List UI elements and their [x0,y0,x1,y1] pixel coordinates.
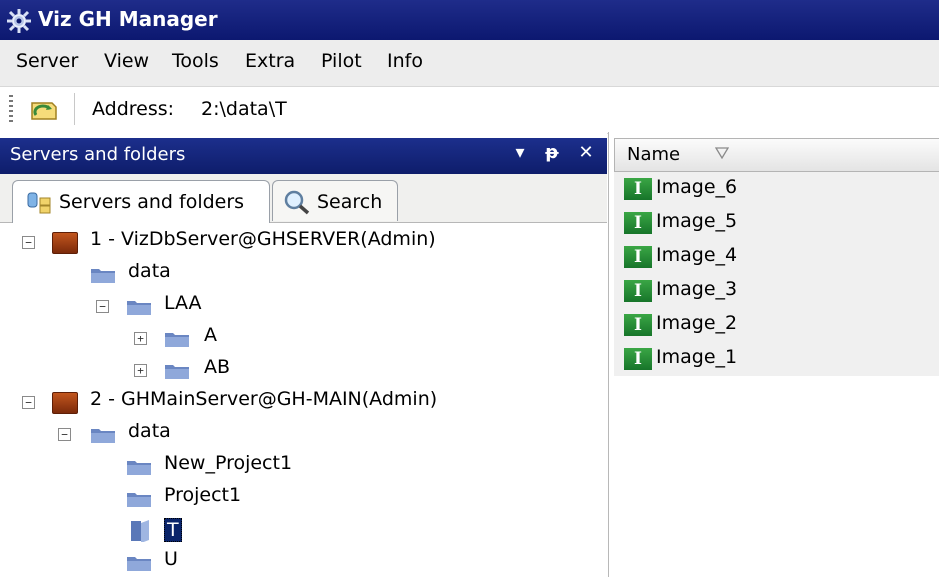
tree-node-server-2[interactable]: − 2 - GHMainServer@GH-MAIN(Admin) [0,388,460,418]
tree-node-folder[interactable]: − LAA [0,292,240,322]
collapse-toggle[interactable]: − [96,300,109,313]
tree-node-label: AB [204,356,231,378]
collapse-toggle[interactable]: − [22,236,35,249]
gear-icon [7,9,31,33]
image-icon: I [624,212,652,234]
tree-node-server-1[interactable]: − 1 - VizDbServer@GHSERVER(Admin) [0,228,460,258]
tab-search[interactable]: Search [272,180,398,221]
menu-pilot[interactable]: Pilot [319,50,364,72]
list-item-image[interactable]: I Image_3 [614,274,939,308]
item-label: Image_5 [656,210,738,232]
window-title: Viz GH Manager [38,7,218,31]
image-icon: I [624,348,652,370]
menu-view[interactable]: View [102,50,151,72]
tree-node-folder[interactable]: Project1 [0,484,320,514]
folder-icon [127,493,151,507]
tree-node-label: A [204,324,217,346]
servers-folders-pane: Servers and folders ▾ ᵽ ✕ Servers and fo… [0,132,607,577]
pane-header: Servers and folders ▾ ᵽ ✕ [0,138,607,174]
image-icon: I [624,280,652,302]
tree-node-label: 2 - GHMainServer@GH-MAIN(Admin) [90,388,438,410]
collapse-toggle[interactable]: − [22,396,35,409]
folder-icon [165,333,189,347]
tree-node-folder[interactable]: data [0,260,200,290]
tree-node-folder[interactable]: − data [0,420,200,450]
tab-label: Servers and folders [59,191,245,213]
tree-node-label: Project1 [164,484,242,506]
menu-tools[interactable]: Tools [170,50,221,72]
tree-node-label: data [128,260,171,282]
list-item-image[interactable]: I Image_6 [614,172,939,206]
tree-node-label: T [164,518,182,542]
pin-icon[interactable]: ᵽ [540,142,564,168]
menu-server[interactable]: Server [14,50,80,72]
pane-title: Servers and folders [10,144,186,165]
menu-bar: Server View Tools Extra Pilot Info [0,40,939,86]
column-label: Name [627,144,681,165]
folder-icon [91,429,115,443]
open-folder-icon [131,520,149,542]
tree-node-label: New_Project1 [164,452,293,474]
refresh-icon[interactable] [26,97,60,123]
tree-node-folder[interactable]: New_Project1 [0,452,320,482]
servers-tab-icon [27,192,51,214]
close-icon[interactable]: ✕ [574,142,598,168]
item-label: Image_1 [656,346,738,368]
collapse-toggle[interactable]: − [58,428,71,441]
sort-icon [715,147,729,159]
expand-toggle[interactable]: + [134,364,147,377]
toolbar-grip[interactable] [9,95,13,123]
tree-node-label: data [128,420,171,442]
folder-icon [91,269,115,283]
image-icon: I [624,178,652,200]
server-icon [52,392,78,414]
search-icon [284,190,310,215]
tree-node-folder[interactable]: U [0,548,220,578]
list-item-image[interactable]: I Image_2 [614,308,939,342]
tree-node-label: 1 - VizDbServer@GHSERVER(Admin) [90,228,436,250]
menu-info[interactable]: Info [385,50,425,72]
name-column-header[interactable]: Name [614,138,939,172]
tree-node-folder-selected[interactable]: T [0,516,220,546]
expand-toggle[interactable]: + [134,332,147,345]
tree-node-label: U [164,548,178,570]
menu-extra[interactable]: Extra [243,50,297,72]
item-label: Image_2 [656,312,738,334]
dropdown-icon[interactable]: ▾ [508,142,532,168]
tree-node-folder[interactable]: + AB [0,356,240,386]
item-label: Image_4 [656,244,738,266]
tab-strip: Servers and folders Search [0,174,607,223]
folder-icon [165,365,189,379]
image-icon: I [624,314,652,336]
tab-label: Search [317,191,383,213]
tree-node-label: LAA [164,292,202,314]
list-item-image[interactable]: I Image_5 [614,206,939,240]
folder-icon [127,557,151,571]
folder-icon [127,461,151,475]
image-icon: I [624,246,652,268]
tree-node-folder[interactable]: + A [0,324,240,354]
item-label: Image_3 [656,278,738,300]
toolbar-separator [74,93,75,125]
address-label: Address: [92,98,175,120]
folder-tree: − 1 - VizDbServer@GHSERVER(Admin) data −… [0,222,607,577]
address-toolbar: Address: 2:\data\T [0,86,939,134]
list-item-image[interactable]: I Image_4 [614,240,939,274]
server-icon [52,232,78,254]
tab-servers-folders[interactable]: Servers and folders [12,180,270,223]
folder-icon [127,301,151,315]
list-item-image[interactable]: I Image_1 [614,342,939,376]
address-field[interactable]: 2:\data\T [201,98,287,120]
title-bar: Viz GH Manager [0,0,939,40]
file-list-pane: Name I Image_6 I Image_5 I Image_4 I Ima… [608,132,939,577]
item-label: Image_6 [656,176,738,198]
